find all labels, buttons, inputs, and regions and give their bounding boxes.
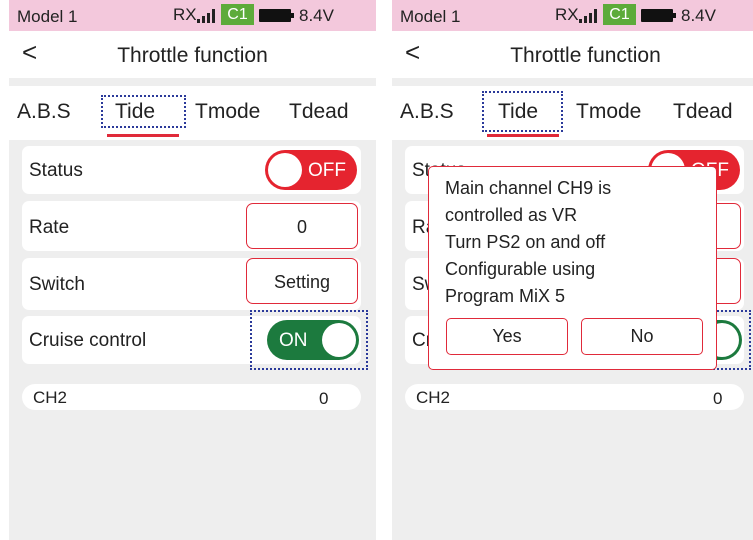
status-bar: Model 1 RX C1 8.4V bbox=[392, 0, 753, 31]
tab-tdead[interactable]: Tdead bbox=[673, 100, 733, 124]
dialog-message-line: Turn PS2 on and off bbox=[445, 232, 606, 252]
page-title: Throttle function bbox=[510, 44, 661, 67]
dialog-message-line: Program MiX 5 bbox=[445, 286, 566, 306]
status-toggle[interactable]: OFF bbox=[265, 150, 357, 190]
tab-selection-highlight bbox=[101, 95, 186, 128]
tab-bar: A.B.S Tide Tmode Tdead bbox=[392, 86, 753, 140]
tab-bar: A.B.S Tide Tmode Tdead bbox=[9, 86, 376, 140]
tab-tmode[interactable]: Tmode bbox=[576, 100, 641, 124]
voltage-readout: 8.4V bbox=[299, 6, 334, 25]
dialog-message-line: Configurable using bbox=[445, 259, 596, 279]
confirm-dialog: Main channel CH9 is controlled as VR Tur… bbox=[428, 166, 717, 370]
signal-icon bbox=[197, 9, 219, 23]
rate-value-box[interactable]: 0 bbox=[246, 203, 358, 249]
battery-icon bbox=[259, 9, 294, 22]
switch-row: Switch Setting bbox=[22, 258, 361, 310]
channel-label: CH2 bbox=[33, 388, 68, 407]
model-name: Model 1 bbox=[17, 7, 78, 26]
toggle-knob bbox=[268, 153, 302, 187]
switch-setting-button[interactable]: Setting bbox=[246, 258, 358, 304]
status-label: Status bbox=[29, 160, 83, 181]
channel-value: 0 bbox=[713, 389, 723, 408]
tab-tmode[interactable]: Tmode bbox=[195, 100, 260, 124]
yes-button[interactable]: Yes bbox=[446, 318, 568, 355]
channel-row: CH2 0 bbox=[22, 384, 361, 410]
page-title: Throttle function bbox=[117, 44, 268, 67]
cruise-focus-highlight bbox=[250, 310, 368, 370]
dialog-message-line: Main channel CH9 is bbox=[445, 178, 612, 198]
channel-badge: C1 bbox=[221, 4, 254, 25]
tab-selection-highlight bbox=[482, 91, 563, 132]
tab-active-underline bbox=[487, 134, 559, 137]
screen-throttle-function: Model 1 RX C1 8.4V < Throttle function A… bbox=[9, 0, 376, 540]
rx-label: RX bbox=[555, 5, 579, 24]
status-bar: Model 1 RX C1 8.4V bbox=[9, 0, 376, 31]
rx-label: RX bbox=[173, 5, 197, 24]
voltage-readout: 8.4V bbox=[681, 6, 716, 25]
model-name: Model 1 bbox=[400, 7, 461, 26]
channel-badge: C1 bbox=[603, 4, 636, 25]
dialog-message-line: controlled as VR bbox=[445, 205, 578, 225]
tab-active-underline bbox=[107, 134, 179, 137]
tab-tdead[interactable]: Tdead bbox=[289, 100, 349, 124]
cruise-control-label: Cruise control bbox=[29, 330, 147, 351]
channel-row: CH2 0 bbox=[405, 384, 744, 410]
channel-label: CH2 bbox=[416, 388, 451, 407]
channel-value: 0 bbox=[319, 389, 329, 408]
signal-icon bbox=[579, 9, 601, 23]
page-header: < Throttle function bbox=[9, 31, 376, 78]
no-button[interactable]: No bbox=[581, 318, 703, 355]
toggle-state: OFF bbox=[308, 160, 346, 181]
page-header: < Throttle function bbox=[392, 31, 753, 78]
rate-row: Rate 0 bbox=[22, 201, 361, 251]
screen-throttle-function-dialog: Model 1 RX C1 8.4V < Throttle function A… bbox=[392, 0, 753, 540]
status-row: Status OFF bbox=[22, 146, 361, 194]
switch-label: Switch bbox=[29, 274, 85, 295]
tab-abs[interactable]: A.B.S bbox=[400, 100, 454, 124]
rate-label: Rate bbox=[29, 217, 70, 238]
battery-icon bbox=[641, 9, 676, 22]
tab-abs[interactable]: A.B.S bbox=[17, 100, 71, 124]
